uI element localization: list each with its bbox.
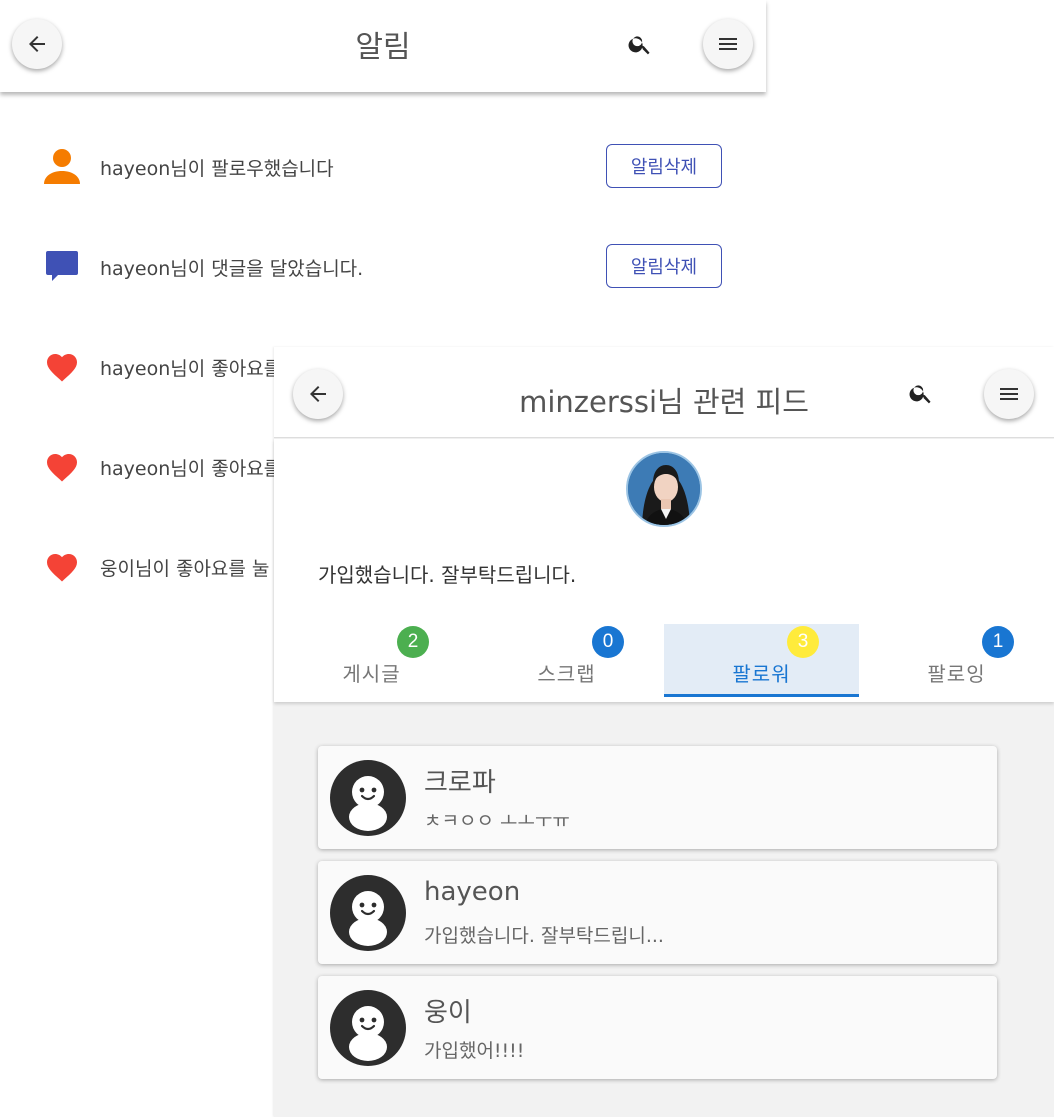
follower-card[interactable]: hayeon 가입했습니다. 잘부탁드립니...: [318, 861, 997, 964]
page-title: 알림: [355, 30, 411, 65]
follower-card[interactable]: 웅이 가입했어!!!!: [318, 976, 997, 1079]
follower-bio: 가입했습니다. 잘부탁드립니...: [424, 925, 664, 947]
heart-icon: [40, 546, 84, 586]
notification-text: hayeon님이 좋아요를: [100, 358, 282, 380]
menu-button[interactable]: [984, 369, 1034, 419]
profile-bio: 가입했습니다. 잘부탁드립니다.: [318, 563, 577, 587]
delete-notification-button[interactable]: 알림삭제: [606, 244, 722, 288]
count-badge: 1: [982, 626, 1014, 658]
default-avatar-icon: [330, 760, 406, 836]
profile-section: 가입했습니다. 잘부탁드립니다. 게시글 2 스크랩 0 팔로워 3 팔로잉 1: [274, 439, 1054, 702]
back-button[interactable]: [12, 19, 62, 69]
follower-bio: 가입했어!!!!: [424, 1040, 525, 1062]
follower-name: 크로파: [424, 768, 496, 798]
tab-posts[interactable]: 게시글 2: [274, 624, 469, 697]
hamburger-menu-icon: [719, 38, 737, 50]
tab-following[interactable]: 팔로잉 1: [859, 624, 1054, 697]
tab-followers[interactable]: 팔로워 3: [664, 624, 859, 697]
arrow-left-icon: [310, 386, 326, 402]
default-avatar-icon: [330, 875, 406, 951]
delete-notification-button[interactable]: 알림삭제: [606, 144, 722, 188]
notification-text: hayeon님이 좋아요를: [100, 458, 282, 480]
person-icon: [40, 146, 84, 186]
arrow-left-icon: [29, 36, 45, 52]
search-button[interactable]: [901, 373, 941, 413]
count-badge: 0: [592, 626, 624, 658]
follower-name: 웅이: [424, 998, 472, 1028]
tab-label: 팔로워: [732, 662, 791, 686]
follower-name: hayeon: [424, 877, 521, 907]
search-button[interactable]: [620, 24, 660, 64]
page-title: minzerssi님 관련 피드: [519, 385, 809, 419]
feed-screen: minzerssi님 관련 피드 가입했습니다. 잘부탁드립니다. 게시글 2 …: [274, 347, 1054, 1117]
heart-icon: [40, 446, 84, 486]
menu-button[interactable]: [703, 19, 753, 69]
hamburger-menu-icon: [1000, 388, 1018, 400]
notifications-header: 알림: [0, 0, 766, 92]
heart-icon: [40, 346, 84, 386]
count-badge: 2: [397, 626, 429, 658]
tab-scrap[interactable]: 스크랩 0: [469, 624, 664, 697]
count-badge: 3: [787, 626, 819, 658]
search-icon: [909, 385, 931, 404]
notification-item: hayeon님이 댓글을 달았습니다. 알림삭제: [40, 242, 740, 290]
feed-header: minzerssi님 관련 피드: [274, 347, 1054, 438]
comment-icon: [40, 246, 84, 286]
search-icon: [628, 36, 650, 55]
follower-card[interactable]: 크로파 ㅊㅋㅇㅇ ㅗㅗㅜㅠ: [318, 746, 997, 849]
back-button[interactable]: [293, 369, 343, 419]
follower-bio: ㅊㅋㅇㅇ ㅗㅗㅜㅠ: [424, 810, 570, 832]
default-avatar-icon: [330, 990, 406, 1066]
tab-label: 게시글: [342, 662, 401, 686]
notification-text: hayeon님이 팔로우했습니다: [100, 158, 334, 180]
tab-label: 스크랩: [537, 662, 596, 686]
notification-item: hayeon님이 팔로우했습니다 알림삭제: [40, 142, 740, 190]
tab-label: 팔로잉: [927, 662, 986, 686]
profile-photo: [626, 451, 702, 527]
notification-text: 웅이님이 좋아요를 눌: [100, 558, 270, 580]
notification-text: hayeon님이 댓글을 달았습니다.: [100, 258, 364, 280]
